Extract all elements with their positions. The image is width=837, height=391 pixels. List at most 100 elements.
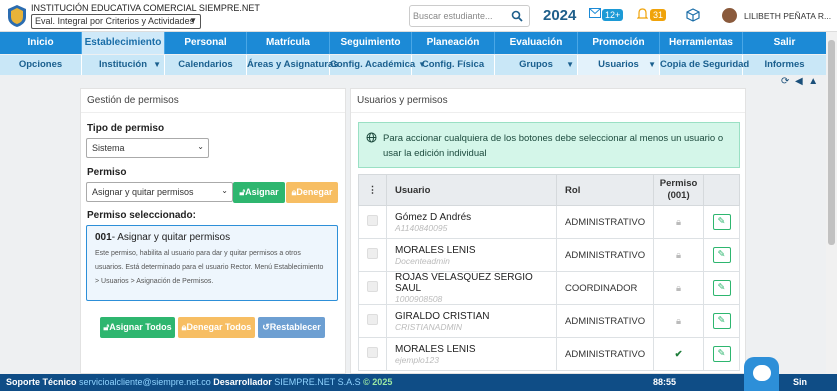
main-nav: Inicio Establecimiento Personal Matrícul… bbox=[0, 32, 826, 54]
asignar-todos-button[interactable]: 🔓︎Asignar Todos bbox=[100, 317, 175, 338]
row-checkbox[interactable] bbox=[367, 347, 378, 358]
tipo-permiso-select[interactable]: Sistema ⌄ bbox=[86, 138, 209, 158]
edit-icon[interactable]: ✎ bbox=[712, 313, 731, 329]
row-checkbox[interactable] bbox=[367, 281, 378, 292]
tipo-permiso-label: Tipo de permiso bbox=[87, 123, 165, 134]
lock-icon: 🔒︎ bbox=[653, 205, 705, 239]
users-table: ⋮ Usuario Rol Permiso (001) Gómez D Andr… bbox=[358, 174, 740, 371]
chat-icon[interactable] bbox=[744, 357, 779, 391]
user-role: ADMINISTRATIVO bbox=[556, 304, 655, 338]
bell-icon[interactable] bbox=[637, 8, 648, 20]
subnav-item-opciones[interactable]: Opciones bbox=[0, 55, 82, 75]
subnav-label: Opciones bbox=[18, 59, 63, 70]
edit-icon[interactable]: ✎ bbox=[712, 280, 731, 296]
subnav-item-config-fisica[interactable]: Config. Física bbox=[412, 55, 495, 75]
user-code: A1140840095 bbox=[395, 222, 448, 233]
lock-icon: 🔒︎ bbox=[653, 304, 705, 338]
subnav-label: Usuarios bbox=[598, 59, 639, 70]
mail-icon[interactable] bbox=[589, 8, 601, 18]
undo-icon: ↺ bbox=[262, 322, 270, 332]
chevron-down-icon: ▼ bbox=[189, 16, 197, 25]
nav-item-salir[interactable]: Salir bbox=[743, 32, 826, 54]
denegar-button[interactable]: 🔒︎Denegar bbox=[286, 182, 338, 203]
up-icon[interactable]: ▲ bbox=[808, 76, 818, 87]
chevron-down-icon: ⌄ bbox=[197, 142, 204, 151]
subnav-item-informes[interactable]: Informes bbox=[743, 55, 826, 75]
row-checkbox[interactable] bbox=[367, 314, 378, 325]
user-code: CRISTIANADMIN bbox=[395, 321, 463, 332]
asignar-todos-label: Asignar Todos bbox=[109, 322, 172, 332]
row-checkbox[interactable] bbox=[367, 215, 378, 226]
info-alert: Para accionar cualquiera de los botones … bbox=[358, 122, 740, 168]
avatar[interactable] bbox=[722, 8, 737, 23]
column-header-usuario[interactable]: Usuario bbox=[385, 174, 558, 206]
permission-heading: 001- Asignar y quitar permisos bbox=[95, 232, 329, 243]
institution-name: INSTITUCIÓN EDUCATIVA COMERCIAL SIEMPRE.… bbox=[31, 3, 260, 13]
subnav-label: Calendarios bbox=[178, 59, 233, 70]
table-row: GIRALDO CRISTIAN CRISTIANADMIN ADMINISTRA… bbox=[358, 304, 740, 338]
developer-link[interactable]: SIEMPRE.NET S.A.S bbox=[274, 377, 360, 387]
row-checkbox[interactable] bbox=[367, 248, 378, 259]
nav-item-seguimiento[interactable]: Seguimiento bbox=[330, 32, 412, 54]
nav-item-personal[interactable]: Personal bbox=[165, 32, 247, 54]
nav-item-matricula[interactable]: Matrícula bbox=[247, 32, 330, 54]
subnav-item-areas[interactable]: Áreas y Asignaturas bbox=[247, 55, 339, 75]
edit-icon[interactable]: ✎ bbox=[712, 247, 731, 263]
column-header-rol[interactable]: Rol bbox=[556, 174, 655, 206]
nav-item-evaluacion[interactable]: Evaluación bbox=[495, 32, 578, 54]
sub-nav: Opciones Institución ▼ Calendarios Áreas … bbox=[0, 55, 826, 75]
page-scrollbar[interactable] bbox=[826, 32, 837, 374]
nav-item-herramientas[interactable]: Herramientas bbox=[660, 32, 743, 54]
caret-down-icon: ▼ bbox=[566, 60, 574, 69]
subnav-item-institucion[interactable]: Institución ▼ bbox=[82, 55, 165, 75]
subnav-item-copia-seguridad[interactable]: Copia de Seguridad bbox=[660, 55, 749, 75]
restablecer-button[interactable]: ↺Restablecer bbox=[258, 317, 325, 338]
denegar-todos-label: Denegar Todos bbox=[186, 322, 252, 332]
support-email-link[interactable]: servicioalcliente@siempre.net.co bbox=[79, 377, 211, 387]
permiso-select[interactable]: Asignar y quitar permisos ⌄ bbox=[86, 182, 233, 202]
user-role: ADMINISTRATIVO bbox=[556, 337, 655, 371]
evaluation-select-value: Eval. Integral por Criterios y Actividad… bbox=[35, 16, 195, 26]
check-icon: ✔ bbox=[653, 337, 705, 371]
nav-item-planeacion[interactable]: Planeación bbox=[412, 32, 495, 54]
selected-permission-card: 001- Asignar y quitar permisos Este perm… bbox=[86, 225, 338, 301]
page-tools: ⟳ ◀ ▲ bbox=[781, 76, 818, 87]
subnav-item-calendarios[interactable]: Calendarios bbox=[165, 55, 247, 75]
subnav-label: Áreas y Asignaturas bbox=[247, 59, 339, 70]
subnav-item-usuarios[interactable]: Usuarios ▼ bbox=[578, 55, 660, 75]
back-icon[interactable]: ◀ bbox=[795, 76, 803, 87]
restablecer-label: Restablecer bbox=[269, 322, 321, 332]
permission-code: 001 bbox=[95, 232, 112, 243]
copyright: © 2025 bbox=[363, 377, 393, 387]
search-input[interactable]: Buscar estudiante... bbox=[409, 5, 530, 27]
evaluation-select[interactable]: Eval. Integral por Criterios y Actividad… bbox=[31, 14, 201, 29]
user-code: Docenteadmin bbox=[395, 255, 450, 266]
messages-badge: 12+ bbox=[602, 9, 624, 21]
subnav-item-grupos[interactable]: Grupos ▼ bbox=[495, 55, 578, 75]
user-name[interactable]: LILIBETH PEÑATA R... bbox=[744, 11, 831, 21]
asignar-button[interactable]: 🔓︎Asignar bbox=[233, 182, 285, 203]
scrollbar-thumb[interactable] bbox=[828, 40, 835, 245]
search-icon[interactable] bbox=[511, 10, 523, 22]
permission-name: - Asignar y quitar permisos bbox=[111, 232, 231, 243]
cube-icon[interactable] bbox=[686, 8, 700, 22]
chevron-down-icon: ⌄ bbox=[221, 186, 228, 195]
user-name: ROJAS VELASQUEZ SERGIO SAUL bbox=[395, 272, 533, 294]
menu-icon[interactable]: ⋮ bbox=[358, 174, 387, 206]
caret-down-icon: ▼ bbox=[153, 60, 161, 69]
nav-item-inicio[interactable]: Inicio bbox=[0, 32, 82, 54]
edit-icon[interactable]: ✎ bbox=[712, 214, 731, 230]
user-name: MORALES LENIS bbox=[395, 244, 476, 256]
edit-icon[interactable]: ✎ bbox=[712, 346, 731, 362]
user-role: ADMINISTRATIVO bbox=[556, 205, 655, 239]
nav-item-promocion[interactable]: Promoción bbox=[578, 32, 660, 54]
globe-icon bbox=[366, 132, 377, 143]
school-year[interactable]: 2024 bbox=[543, 7, 576, 24]
table-row: Gómez D Andrés A1140840095 ADMINISTRATIVO… bbox=[358, 205, 740, 239]
selected-permission-label: Permiso seleccionado: bbox=[87, 210, 196, 221]
nav-item-establecimiento[interactable]: Establecimiento bbox=[82, 32, 165, 54]
denegar-todos-button[interactable]: 🔒︎Denegar Todos bbox=[178, 317, 255, 338]
subnav-item-config-academica[interactable]: Config. Académica ▼ bbox=[330, 55, 426, 75]
refresh-icon[interactable]: ⟳ bbox=[781, 76, 789, 87]
subnav-label: Institución bbox=[98, 59, 148, 70]
